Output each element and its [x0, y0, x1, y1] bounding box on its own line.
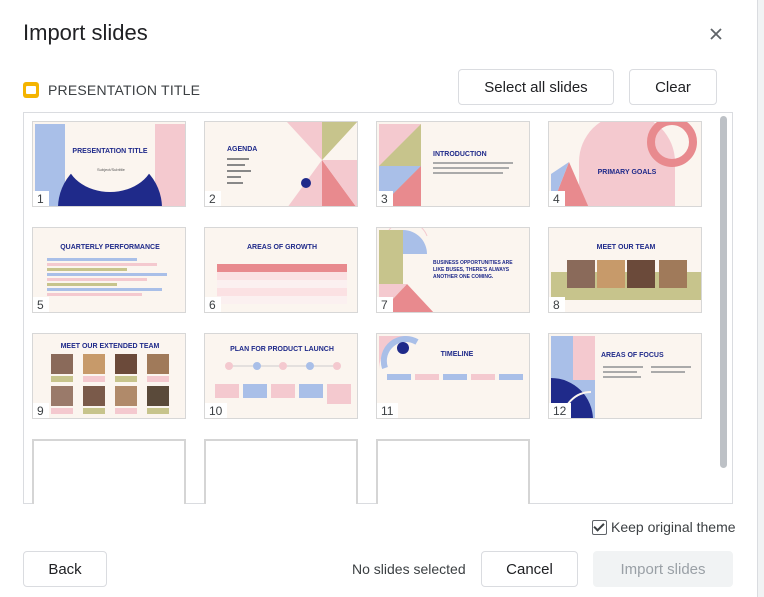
slide-11-art: [379, 335, 523, 380]
slide-number: 6: [205, 297, 221, 312]
slide-number: 8: [549, 297, 565, 312]
back-button[interactable]: Back: [23, 551, 107, 587]
slide-1-title: PRESENTATION TITLE: [72, 148, 148, 155]
keep-theme-label: Keep original theme: [611, 519, 736, 535]
slide-number: 10: [205, 403, 228, 418]
slide-2-title: AGENDA: [227, 146, 258, 153]
selection-status: No slides selected: [352, 561, 466, 577]
slide-number: 12: [549, 403, 572, 418]
slide-thumbnail-4[interactable]: PRIMARY GOALS 4: [548, 121, 702, 207]
slide-5-title: QUARTERLY PERFORMANCE: [60, 244, 160, 251]
slide-thumbnail-10[interactable]: PLAN FOR PRODUCT LAUNCH 10: [204, 333, 358, 419]
slide-9-title: MEET OUR EXTENDED TEAM: [60, 343, 160, 350]
dialog-title: Import slides: [23, 20, 148, 45]
slide-3-art: [379, 124, 513, 206]
slide-number: 5: [33, 297, 49, 312]
slide-number: 7: [377, 297, 393, 312]
slide-12-title: AREAS OF FOCUS: [601, 352, 664, 359]
slide-number: 3: [377, 191, 393, 206]
import-slides-dialog: Import slides PRESENTATION TITLE Select …: [0, 0, 764, 597]
slide-11-title: TIMELINE: [440, 351, 474, 358]
slide-thumbnail-7[interactable]: BUSINESS OPPORTUNITIES ARE LIKE BUSES, T…: [376, 227, 530, 313]
slide-8-title: MEET OUR TEAM: [596, 244, 656, 251]
slide-10-title: PLAN FOR PRODUCT LAUNCH: [230, 346, 334, 353]
slide-number: 11: [377, 403, 399, 418]
slide-3-title: INTRODUCTION: [433, 151, 487, 158]
keep-theme-checkbox[interactable]: [592, 519, 607, 535]
keep-original-theme-option[interactable]: Keep original theme: [592, 519, 736, 535]
close-icon[interactable]: [703, 21, 729, 47]
background-scroll-strip: [757, 0, 764, 597]
slide-number: 4: [549, 191, 565, 206]
slide-4-title: PRIMARY GOALS: [597, 169, 657, 176]
presentation-name: PRESENTATION TITLE: [48, 82, 201, 98]
slide-6-art: [217, 264, 347, 304]
slide-1-subtitle: Subject/Subtitle: [97, 167, 125, 172]
clear-button[interactable]: Clear: [629, 69, 717, 105]
slide-thumbnail-5[interactable]: QUARTERLY PERFORMANCE 5: [32, 227, 186, 313]
grid-scrollbar[interactable]: [720, 116, 727, 468]
slide-5-art: [47, 258, 167, 296]
slide-2-art: [227, 122, 357, 206]
select-all-slides-button[interactable]: Select all slides: [458, 69, 614, 105]
import-slides-button[interactable]: Import slides: [593, 551, 733, 587]
slide-thumbnail-8[interactable]: MEET OUR TEAM 8: [548, 227, 702, 313]
slides-icon: [23, 82, 39, 98]
slide-number: 9: [33, 403, 49, 418]
slide-thumbnail-2[interactable]: AGENDA 2: [204, 121, 358, 207]
presentation-header: PRESENTATION TITLE: [23, 82, 200, 98]
slide-12-art: [551, 336, 691, 418]
slide-number: 1: [33, 191, 49, 206]
slide-4-art: [551, 122, 697, 206]
slide-thumbnail-9[interactable]: MEET OUR EXTENDED TEAM 9: [32, 333, 186, 419]
grid-bottom-mask: [23, 504, 757, 514]
slide-6-title: AREAS OF GROWTH: [247, 244, 317, 251]
slide-7-quote: BUSINESS OPPORTUNITIES ARE LIKE BUSES, T…: [433, 260, 513, 280]
slide-thumbnail-1[interactable]: PRESENTATION TITLE Subject/Subtitle 1: [32, 121, 186, 207]
slide-thumbnail-placeholder[interactable]: [32, 439, 186, 509]
slide-thumbnail-placeholder[interactable]: [376, 439, 530, 509]
slide-thumbnail-placeholder[interactable]: [204, 439, 358, 509]
cancel-button[interactable]: Cancel: [481, 551, 578, 587]
slide-thumbnail-12[interactable]: AREAS OF FOCUS 12: [548, 333, 702, 419]
slide-thumbnail-6[interactable]: AREAS OF GROWTH 6: [204, 227, 358, 313]
slide-8-art: [551, 260, 701, 300]
slide-thumbnail-3[interactable]: INTRODUCTION 3: [376, 121, 530, 207]
slide-thumbnail-11[interactable]: TIMELINE 11: [376, 333, 530, 419]
slide-number: 2: [205, 191, 221, 206]
slide-1-art: [33, 122, 185, 206]
